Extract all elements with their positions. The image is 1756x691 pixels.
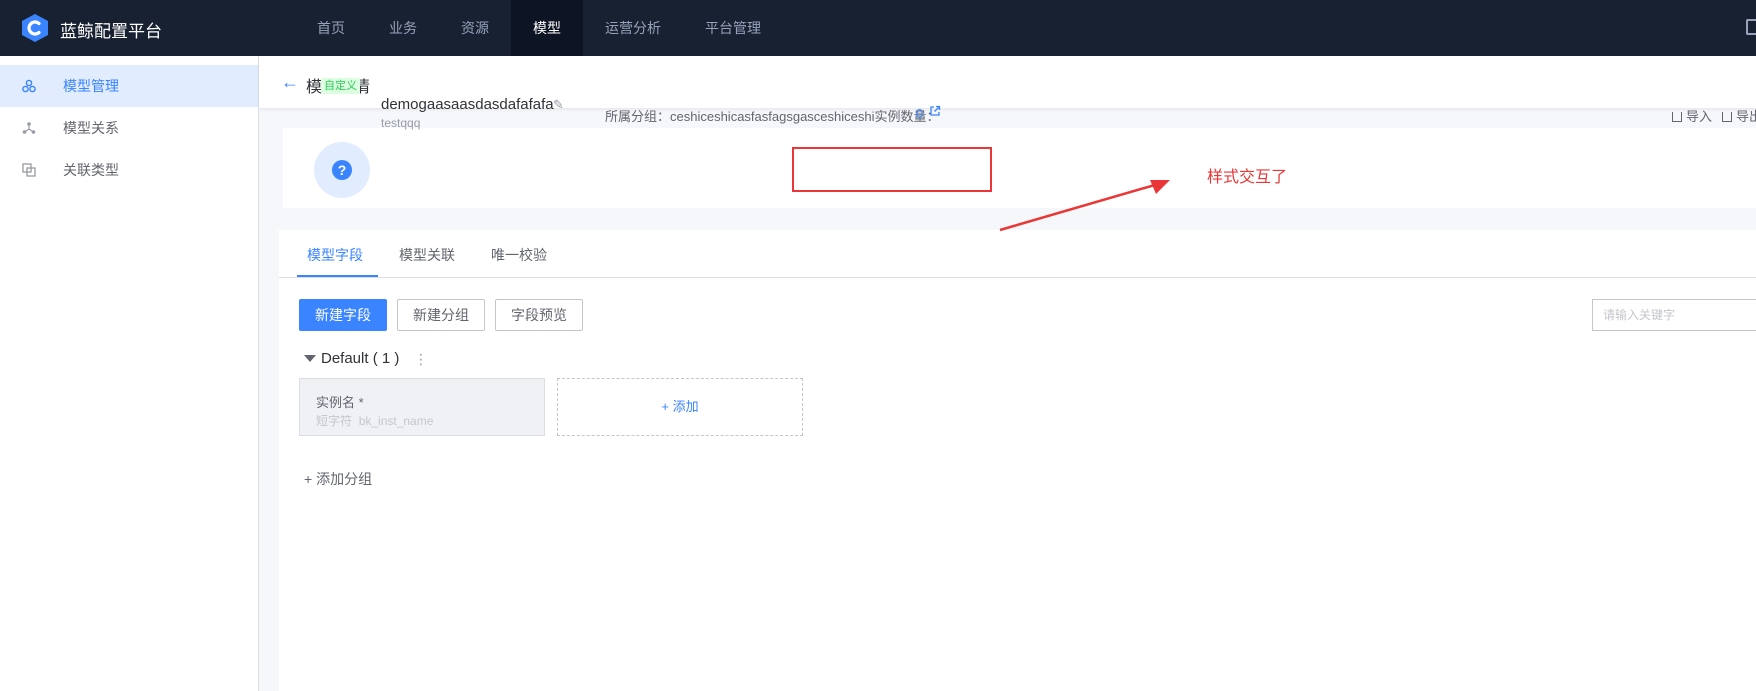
tab-model-fields[interactable]: 模型字段 <box>307 245 363 265</box>
search-input[interactable] <box>1592 299 1756 331</box>
more-icon[interactable]: ⋮ <box>414 351 428 368</box>
new-group-button[interactable]: 新建分组 <box>397 299 485 331</box>
back-arrow-icon[interactable]: ← <box>281 72 299 93</box>
import-icon <box>1672 112 1682 122</box>
nav-item-platform[interactable]: 平台管理 <box>683 0 783 56</box>
import-label: 导入 <box>1686 109 1713 124</box>
import-button[interactable]: 导入 <box>1672 106 1712 125</box>
sidebar-item-label: 模型关系 <box>63 120 119 136</box>
sidebar-item-relation-type[interactable]: 关联类型 <box>0 149 258 191</box>
new-field-button[interactable]: 新建字段 <box>299 299 387 331</box>
relation-type-icon <box>22 163 36 177</box>
group-header[interactable]: Default ( 1 ) <box>321 350 399 367</box>
nav-item-home[interactable]: 首页 <box>295 0 367 56</box>
top-navigation-bar: 蓝鲸配置平台 首页 业务 资源 模型 运营分析 平台管理 <box>0 0 1756 56</box>
model-name: demogaasaasdasdafafafa <box>381 96 554 113</box>
main-nav: 首页 业务 资源 模型 运营分析 平台管理 <box>295 0 783 56</box>
field-card[interactable]: 实例名 * 短字符 bk_inst_name <box>299 378 545 436</box>
annotation-arrow-icon <box>999 180 1170 232</box>
required-star: * <box>358 395 364 410</box>
model-group-text: 所属分组：ceshiceshicasfasfagsgasceshiceshi实例… <box>605 109 940 124</box>
export-icon <box>1722 112 1732 122</box>
external-link-icon[interactable] <box>929 105 941 117</box>
sidebar: 模型管理 模型关系 关联类型 <box>0 56 259 691</box>
sidebar-item-model-manage[interactable]: 模型管理 <box>0 65 258 107</box>
field-name-label: 实例名 <box>316 395 356 410</box>
add-field-button[interactable]: + 添加 <box>557 378 803 436</box>
model-id: testqqq <box>381 116 421 130</box>
active-tab-indicator <box>297 275 378 277</box>
sidebar-item-model-relation[interactable]: 模型关系 <box>0 107 258 149</box>
brand-name: 蓝鲸配置平台 <box>60 22 162 41</box>
sidebar-item-label: 模型管理 <box>63 78 119 94</box>
field-key: bk_inst_name <box>358 414 434 428</box>
field-meta: 短字符 bk_inst_name <box>316 412 433 429</box>
edit-icon[interactable]: ✎ <box>553 97 564 113</box>
model-relation-icon <box>22 122 36 134</box>
export-label: 导出 <box>1736 109 1756 124</box>
nav-item-business[interactable]: 业务 <box>367 0 439 56</box>
nav-item-model[interactable]: 模型 <box>511 0 583 56</box>
nav-item-analysis[interactable]: 运营分析 <box>583 0 683 56</box>
nav-item-resource[interactable]: 资源 <box>439 0 511 56</box>
sidebar-item-label: 关联类型 <box>63 162 119 178</box>
model-avatar: ? <box>314 142 370 198</box>
field-name: 实例名 * <box>316 392 364 411</box>
logo-icon <box>22 14 48 42</box>
custom-tag: 自定义 <box>321 78 360 94</box>
field-preview-button[interactable]: 字段预览 <box>495 299 583 331</box>
logout-icon[interactable] <box>1746 19 1756 35</box>
annotation-text: 样式交互了 <box>1207 169 1288 186</box>
add-group-button[interactable]: + 添加分组 <box>304 469 372 489</box>
question-icon: ? <box>332 160 352 180</box>
export-button[interactable]: 导出 <box>1722 106 1756 125</box>
field-type: 短字符 <box>316 414 353 428</box>
instance-count-link[interactable]: 0 <box>916 106 923 121</box>
tab-model-relations[interactable]: 模型关联 <box>399 245 455 265</box>
tab-unique-check[interactable]: 唯一校验 <box>491 245 547 265</box>
caret-down-icon[interactable] <box>304 355 316 362</box>
model-manage-icon <box>22 79 36 93</box>
